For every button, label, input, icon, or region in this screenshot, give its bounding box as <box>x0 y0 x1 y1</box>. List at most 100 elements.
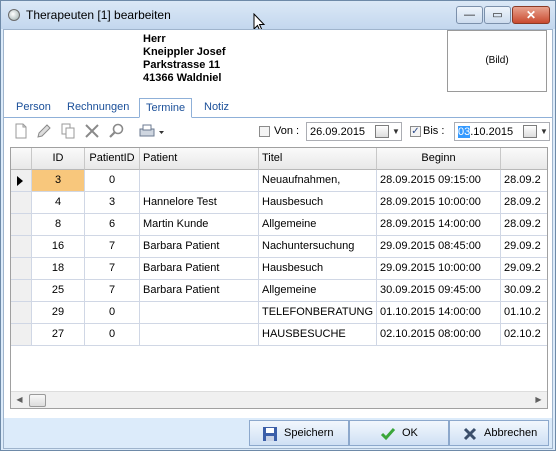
print-icon[interactable] <box>138 122 166 140</box>
cell-titel[interactable]: Hausbesuch <box>259 258 377 280</box>
new-document-icon[interactable] <box>12 122 30 140</box>
cell-patientid[interactable]: 7 <box>85 258 140 280</box>
cell-patient[interactable]: Martin Kunde <box>140 214 259 236</box>
cell-patient[interactable]: Barbara Patient <box>140 258 259 280</box>
table-row[interactable]: 4 3 Hannelore Test Hausbesuch 28.09.2015 10:… <box>11 192 547 214</box>
to-date-checkbox[interactable]: ✓ <box>410 126 421 137</box>
cell-patient[interactable] <box>140 170 259 192</box>
cell-patientid[interactable]: 6 <box>85 214 140 236</box>
tab-termine[interactable]: Termine <box>139 98 193 118</box>
cell-beginn[interactable]: 28.09.2015 14:00:00 <box>377 214 501 236</box>
row-selector[interactable] <box>11 170 32 192</box>
cancel-button[interactable]: Abbrechen <box>449 420 549 446</box>
edit-pencil-icon[interactable] <box>35 122 53 140</box>
row-selector[interactable] <box>11 214 32 236</box>
cell-id[interactable]: 25 <box>32 280 85 302</box>
table-row[interactable]: 29 0 TELEFONBERATUNG 01.10.2015 14:00:00 01.… <box>11 302 547 324</box>
scrollbar-thumb[interactable] <box>29 394 46 407</box>
column-header-titel[interactable]: Titel <box>259 148 377 170</box>
delete-x-icon[interactable] <box>83 122 101 140</box>
cell-patient[interactable]: Barbara Patient <box>140 236 259 258</box>
appointments-grid[interactable]: ID PatientID Patient Titel Beginn 3 0 Neua… <box>10 147 548 409</box>
cell-patientid[interactable]: 7 <box>85 280 140 302</box>
cell-patientid[interactable]: 0 <box>85 324 140 346</box>
cell-patient[interactable] <box>140 302 259 324</box>
cell-next[interactable]: 28.09.2 <box>501 214 547 236</box>
close-button[interactable]: ✕ <box>512 6 550 24</box>
cell-id[interactable]: 8 <box>32 214 85 236</box>
city: 41366 Waldniel <box>143 72 222 84</box>
cell-next[interactable]: 29.09.2 <box>501 236 547 258</box>
cell-titel[interactable]: Nachuntersuchung <box>259 236 377 258</box>
cell-patientid[interactable]: 3 <box>85 192 140 214</box>
title-bar[interactable]: Therapeuten [1] bearbeiten — ▭ ✕ <box>1 1 555 32</box>
save-button[interactable]: Speichern <box>249 420 349 446</box>
column-header-patientid[interactable]: PatientID <box>85 148 140 170</box>
cell-beginn[interactable]: 30.09.2015 09:45:00 <box>377 280 501 302</box>
cell-next[interactable]: 28.09.2 <box>501 170 547 192</box>
tab-notiz[interactable]: Notiz <box>204 101 229 117</box>
maximize-button[interactable]: ▭ <box>484 6 511 24</box>
cell-next[interactable]: 28.09.2 <box>501 192 547 214</box>
search-magnifier-icon[interactable] <box>108 122 126 140</box>
cell-id[interactable]: 18 <box>32 258 85 280</box>
cell-next[interactable]: 29.09.2 <box>501 258 547 280</box>
column-header-patient[interactable]: Patient <box>140 148 259 170</box>
scroll-left-icon[interactable]: ◀ <box>11 392 28 408</box>
chevron-down-icon[interactable]: ▼ <box>390 124 402 139</box>
scroll-right-icon[interactable]: ▶ <box>530 392 547 408</box>
cell-beginn[interactable]: 02.10.2015 08:00:00 <box>377 324 501 346</box>
horizontal-scrollbar[interactable]: ◀ ▶ <box>11 391 547 408</box>
row-selector[interactable] <box>11 192 32 214</box>
cell-titel[interactable]: Allgemeine <box>259 214 377 236</box>
row-selector[interactable] <box>11 236 32 258</box>
table-row[interactable]: 25 7 Barbara Patient Allgemeine 30.09.2015 0… <box>11 280 547 302</box>
row-selector[interactable] <box>11 280 32 302</box>
cell-next[interactable]: 30.09.2 <box>501 280 547 302</box>
cell-beginn[interactable]: 29.09.2015 10:00:00 <box>377 258 501 280</box>
cell-id[interactable]: 16 <box>32 236 85 258</box>
tab-person[interactable]: Person <box>16 101 51 117</box>
cell-titel[interactable]: Hausbesuch <box>259 192 377 214</box>
chevron-down-icon[interactable]: ▼ <box>538 124 550 139</box>
cell-patientid[interactable]: 7 <box>85 236 140 258</box>
cell-patientid[interactable]: 0 <box>85 302 140 324</box>
table-row[interactable]: 8 6 Martin Kunde Allgemeine 28.09.2015 14:00… <box>11 214 547 236</box>
row-selector[interactable] <box>11 258 32 280</box>
row-selector[interactable] <box>11 324 32 346</box>
cell-id[interactable]: 27 <box>32 324 85 346</box>
cell-beginn[interactable]: 28.09.2015 09:15:00 <box>377 170 501 192</box>
minimize-button[interactable]: — <box>456 6 483 24</box>
column-header-id[interactable]: ID <box>32 148 85 170</box>
table-row[interactable]: 16 7 Barbara Patient Nachuntersuchung 29.09.… <box>11 236 547 258</box>
table-row[interactable]: 18 7 Barbara Patient Hausbesuch 29.09.2015 1… <box>11 258 547 280</box>
cell-beginn[interactable]: 28.09.2015 10:00:00 <box>377 192 501 214</box>
tab-rechnungen[interactable]: Rechnungen <box>67 101 129 117</box>
table-row[interactable]: 3 0 Neuaufnahmen, 28.09.2015 09:15:00 28.09.… <box>11 170 547 192</box>
cell-titel[interactable]: TELEFONBERATUNG <box>259 302 377 324</box>
row-selector[interactable] <box>11 302 32 324</box>
copy-icon[interactable] <box>59 122 77 140</box>
ok-button[interactable]: OK <box>349 420 449 446</box>
cell-id[interactable]: 3 <box>32 170 85 192</box>
cell-titel[interactable]: Allgemeine <box>259 280 377 302</box>
cell-next[interactable]: 02.10.2 <box>501 324 547 346</box>
from-date-picker[interactable]: 26.09.2015 ▼ <box>306 122 402 141</box>
column-header-next[interactable] <box>501 148 547 170</box>
cell-titel[interactable]: Neuaufnahmen, <box>259 170 377 192</box>
cell-patient[interactable]: Barbara Patient <box>140 280 259 302</box>
cell-next[interactable]: 01.10.2 <box>501 302 547 324</box>
cell-id[interactable]: 29 <box>32 302 85 324</box>
column-header-beginn[interactable]: Beginn <box>377 148 501 170</box>
cell-id[interactable]: 4 <box>32 192 85 214</box>
cell-beginn[interactable]: 01.10.2015 14:00:00 <box>377 302 501 324</box>
cell-beginn[interactable]: 29.09.2015 08:45:00 <box>377 236 501 258</box>
table-row[interactable]: 27 0 HAUSBESUCHE 02.10.2015 08:00:00 02.10.2 <box>11 324 547 346</box>
cell-patient[interactable] <box>140 324 259 346</box>
from-date-checkbox[interactable] <box>259 126 270 137</box>
cell-titel[interactable]: HAUSBESUCHE <box>259 324 377 346</box>
picture-placeholder[interactable]: (Bild) <box>447 30 547 92</box>
cell-patientid[interactable]: 0 <box>85 170 140 192</box>
cell-patient[interactable]: Hannelore Test <box>140 192 259 214</box>
to-date-picker[interactable]: 03.10.2015 ▼ <box>454 122 550 141</box>
